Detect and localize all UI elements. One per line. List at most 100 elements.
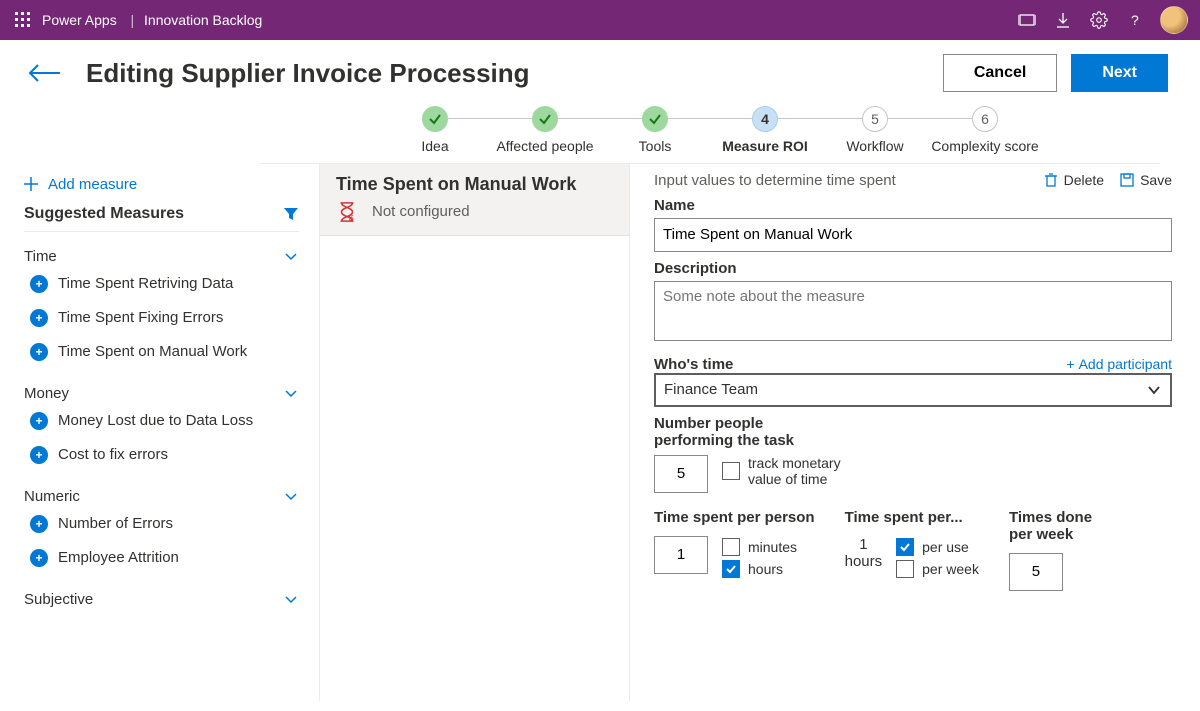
chevron-down-icon [283, 591, 299, 607]
hours-checkbox[interactable] [722, 560, 740, 578]
per-week-label: per week [922, 561, 979, 577]
category-subjective[interactable]: Subjective [24, 589, 299, 610]
add-participant-button[interactable]: + Add participant [1066, 356, 1172, 372]
product-name: Power Apps [42, 12, 117, 28]
per-use-checkbox[interactable] [896, 538, 914, 556]
category-time[interactable]: Time [24, 246, 299, 267]
measure-item[interactable]: +Time Spent Fixing Errors [24, 301, 299, 335]
track-monetary-label: track monetary value of time [748, 455, 858, 487]
num-people-input[interactable] [654, 455, 708, 493]
measure-item[interactable]: + Money Lost due to Data Loss [24, 404, 299, 438]
measure-label: Time Spent Retriving Data [58, 275, 233, 292]
per-week-checkbox[interactable] [896, 560, 914, 578]
plus-icon [24, 177, 38, 191]
step-workflow[interactable]: 5 [862, 106, 888, 132]
add-icon: + [30, 275, 48, 293]
measure-item[interactable]: + Employee Attrition [24, 541, 299, 575]
times-done-label: Times done per week [1009, 509, 1109, 543]
measure-label: Employee Attrition [58, 549, 179, 566]
measure-item[interactable]: + Cost to fix errors [24, 438, 299, 472]
save-icon [1120, 173, 1134, 187]
form-hint: Input values to determine time spent [654, 172, 1028, 189]
description-label: Description [654, 260, 1172, 277]
track-monetary-checkbox[interactable] [722, 462, 740, 480]
delete-label: Delete [1064, 172, 1104, 188]
save-button[interactable]: Save [1120, 172, 1172, 188]
time-per-value: 1hours [845, 536, 883, 570]
description-input[interactable] [654, 281, 1172, 341]
help-icon[interactable]: ? [1124, 9, 1146, 31]
category-label: Time [24, 248, 57, 265]
add-icon: + [30, 446, 48, 464]
minutes-label: minutes [748, 539, 797, 555]
avatar[interactable] [1160, 6, 1188, 34]
per-use-label: per use [922, 539, 969, 555]
category-label: Numeric [24, 488, 80, 505]
add-icon: + [30, 549, 48, 567]
measure-item[interactable]: + Number of Errors [24, 507, 299, 541]
add-icon: + [30, 309, 48, 327]
add-measure-button[interactable]: Add measure [24, 172, 299, 203]
step-idea[interactable] [422, 106, 448, 132]
plus-icon: + [1066, 356, 1074, 372]
step-label: Complexity score [930, 138, 1040, 155]
chevron-down-icon [1146, 382, 1162, 398]
measure-label: Cost to fix errors [58, 446, 168, 463]
step-measure-roi[interactable]: 4 [752, 106, 778, 132]
step-label: Measure ROI [710, 138, 820, 155]
add-participant-label: Add participant [1079, 356, 1172, 372]
category-money[interactable]: Money [24, 383, 299, 404]
download-icon[interactable] [1052, 9, 1074, 31]
name-label: Name [654, 197, 1172, 214]
fit-icon[interactable] [1016, 9, 1038, 31]
measure-item[interactable]: + Time Spent Retriving Data [24, 267, 299, 301]
separator: | [127, 12, 135, 28]
step-label: Workflow [820, 138, 930, 155]
step-tools[interactable] [642, 106, 668, 132]
measure-card[interactable]: Time Spent on Manual Work $ Not configur… [320, 164, 629, 236]
hourglass-dollar-icon: $ [336, 201, 358, 223]
step-label: Affected people [490, 138, 600, 155]
time-per-label: Time spent per... [845, 509, 979, 526]
time-per-person-input[interactable] [654, 536, 708, 574]
suggested-measures-header: Suggested Measures [24, 205, 184, 223]
category-numeric[interactable]: Numeric [24, 486, 299, 507]
category-label: Money [24, 385, 69, 402]
filter-icon[interactable] [283, 206, 299, 222]
cancel-button[interactable]: Cancel [943, 54, 1057, 92]
add-icon: + [30, 515, 48, 533]
back-arrow-icon[interactable] [28, 63, 62, 83]
measure-card-status: Not configured [372, 203, 470, 220]
step-complexity[interactable]: 6 [972, 106, 998, 132]
step-affected-people[interactable] [532, 106, 558, 132]
chevron-down-icon [283, 248, 299, 264]
svg-text:?: ? [1131, 12, 1139, 28]
chevron-down-icon [283, 385, 299, 401]
measure-card-title: Time Spent on Manual Work [336, 174, 613, 195]
name-input[interactable] [654, 218, 1172, 252]
select-value: Finance Team [664, 381, 758, 398]
chevron-down-icon [283, 488, 299, 504]
times-done-input[interactable] [1009, 553, 1063, 591]
minutes-checkbox[interactable] [722, 538, 740, 556]
delete-button[interactable]: Delete [1044, 172, 1104, 188]
step-label: Tools [600, 138, 710, 155]
add-measure-label: Add measure [48, 176, 137, 193]
waffle-icon[interactable] [12, 9, 34, 31]
add-icon: + [30, 343, 48, 361]
whos-time-label: Who's time [654, 356, 733, 373]
category-label: Subjective [24, 591, 93, 608]
gear-icon[interactable] [1088, 9, 1110, 31]
next-button[interactable]: Next [1071, 54, 1168, 92]
measure-item[interactable]: + Time Spent on Manual Work [24, 335, 299, 369]
measure-label: Number of Errors [58, 515, 173, 532]
app-name: Innovation Backlog [144, 12, 262, 28]
trash-icon [1044, 173, 1058, 187]
measure-label: Time Spent on Manual Work [58, 343, 247, 360]
time-per-person-label: Time spent per person [654, 509, 815, 526]
measure-label: Money Lost due to Data Loss [58, 412, 253, 429]
svg-text:$: $ [349, 213, 354, 222]
whos-time-select[interactable]: Finance Team [654, 373, 1172, 407]
add-icon: + [30, 412, 48, 430]
progress-stepper: Idea Affected people Tools 4Measure ROI … [260, 102, 1160, 164]
